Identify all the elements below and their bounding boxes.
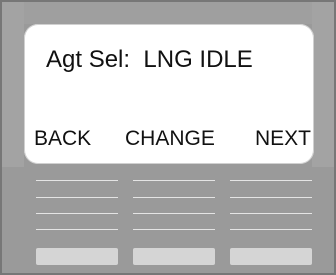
agent-select-status: Agt Sel: LNG IDLE bbox=[46, 46, 253, 73]
right-hardware-button[interactable] bbox=[230, 248, 312, 265]
button-label-lines-right bbox=[230, 180, 312, 230]
label-line bbox=[230, 197, 312, 198]
label-line bbox=[36, 197, 118, 198]
next-softkey[interactable]: NEXT bbox=[255, 127, 311, 151]
label-line bbox=[230, 213, 312, 214]
label-line bbox=[36, 229, 118, 230]
label-line bbox=[230, 229, 312, 230]
left-hardware-button[interactable] bbox=[36, 248, 118, 265]
bezel-top bbox=[2, 2, 334, 24]
label-line bbox=[36, 180, 118, 181]
middle-hardware-button[interactable] bbox=[133, 248, 215, 265]
button-label-lines-middle bbox=[133, 180, 215, 230]
bezel-left bbox=[2, 2, 24, 167]
label-line bbox=[133, 197, 215, 198]
change-softkey[interactable]: CHANGE bbox=[125, 127, 215, 151]
back-softkey[interactable]: BACK bbox=[34, 127, 91, 151]
button-label-lines-left bbox=[36, 180, 118, 230]
label-line bbox=[133, 180, 215, 181]
bezel-right bbox=[312, 2, 334, 167]
label-line bbox=[133, 229, 215, 230]
phone-display-panel: Agt Sel: LNG IDLE BACK CHANGE NEXT bbox=[0, 0, 336, 275]
lcd-screen: Agt Sel: LNG IDLE BACK CHANGE NEXT bbox=[24, 24, 314, 164]
label-line bbox=[133, 213, 215, 214]
label-line bbox=[36, 213, 118, 214]
label-line bbox=[230, 180, 312, 181]
